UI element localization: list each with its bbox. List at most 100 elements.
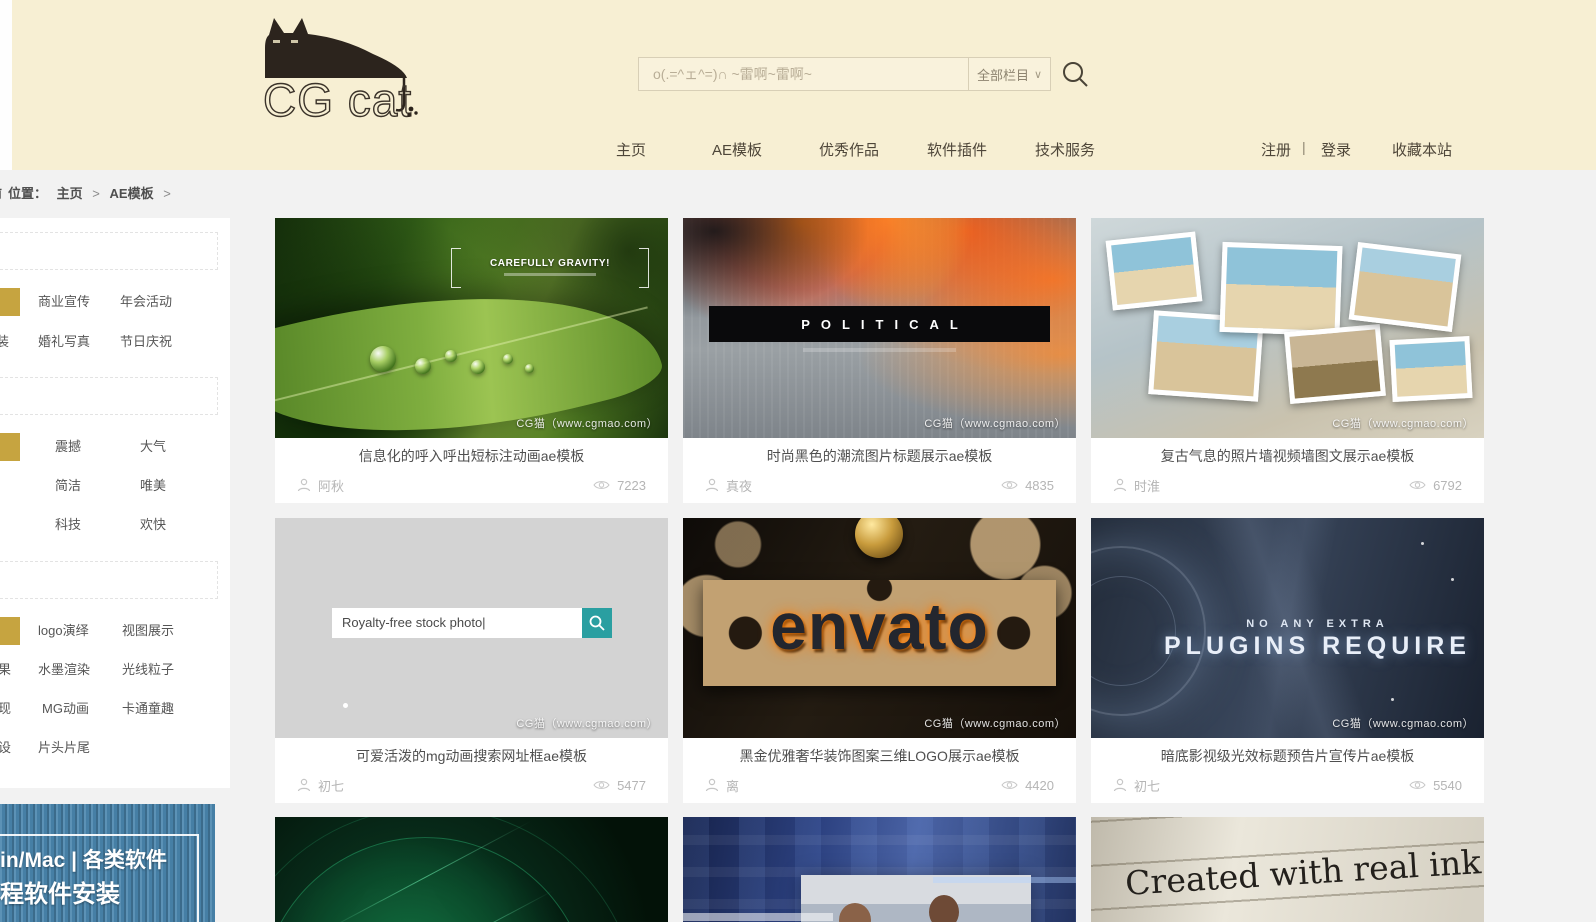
page-edge [0, 0, 12, 170]
views-icon [593, 779, 610, 791]
sidebar-category-link[interactable]: 节日庆祝 [120, 331, 172, 350]
views-icon [1409, 779, 1426, 791]
template-thumbnail[interactable]: NO ANY EXTRA PLUGINS REQUIRE CG猫（www.cgm… [1091, 518, 1484, 738]
sidebar-category-link[interactable]: 欢快 [140, 514, 166, 533]
template-title[interactable]: 复古气息的照片墙视频墙图文展示ae模板 [1091, 438, 1484, 469]
views-icon [1409, 479, 1426, 491]
breadcrumb-sep: > [92, 186, 100, 201]
template-thumbnail[interactable]: envato CG猫（www.cgmao.com） [683, 518, 1076, 738]
sidebar-category-link[interactable]: 片头片尾 [38, 737, 90, 756]
overlay-line2: PLUGINS REQUIRE [1151, 632, 1484, 661]
template-title[interactable]: 黑金优雅奢华装饰图案三维LOGO展示ae模板 [683, 738, 1076, 769]
software-install-banner[interactable]: in/Mac | 各类软件 程软件安装 [0, 804, 215, 922]
sidebar-category-link[interactable]: 现 [0, 698, 11, 717]
sidebar-category-link[interactable]: 年会活动 [120, 291, 172, 310]
breadcrumb-current[interactable]: AE模板 [110, 186, 154, 201]
overlay-title: POLITICAL [709, 306, 1050, 342]
card-meta: 离 4420 [683, 769, 1076, 801]
template-card[interactable] [275, 817, 668, 922]
login-link[interactable]: 登录 [1321, 139, 1351, 160]
overlay-title: CAREFULLY GRAVITY! [465, 258, 635, 269]
sidebar-category-link[interactable]: 水墨渲染 [38, 659, 90, 678]
sidebar [0, 218, 230, 788]
template-title[interactable]: 可爱活泼的mg动画搜索网址框ae模板 [275, 738, 668, 769]
sidebar-category-link[interactable]: logo演绎 [38, 620, 89, 639]
breadcrumb-sep: > [163, 186, 171, 201]
breadcrumb-home[interactable]: 主页 [57, 186, 83, 201]
search-category-value: 全部栏目 [977, 65, 1029, 84]
sidebar-category-link[interactable]: 卡通童趣 [122, 698, 174, 717]
template-card[interactable]: Royalty-free stock photo| CG猫（www.cgmao.… [275, 518, 668, 803]
sidebar-category-link[interactable]: 设 [0, 737, 11, 756]
category-icon [0, 617, 20, 645]
search-button[interactable] [1060, 59, 1090, 89]
search-category-select[interactable]: 全部栏目 ∨ [968, 58, 1050, 90]
template-thumbnail[interactable] [275, 817, 668, 922]
nav-plugins[interactable]: 软件插件 [927, 139, 987, 160]
sidebar-category-link[interactable]: 婚礼写真 [38, 331, 90, 350]
template-card[interactable]: POLITICAL CG猫（www.cgmao.com） 时尚黑色的潮流图片标题… [683, 218, 1076, 503]
category-icon [0, 433, 20, 461]
sidebar-category-link[interactable]: 唯美 [140, 475, 166, 494]
sidebar-category-link[interactable]: 视图展示 [122, 620, 174, 639]
auth-divider: | [1302, 139, 1306, 155]
template-card[interactable]: envato CG猫（www.cgmao.com） 黑金优雅奢华装饰图案三维LO… [683, 518, 1076, 803]
sidebar-category-link[interactable]: 大气 [140, 436, 166, 455]
sidebar-category-link[interactable]: 果 [0, 659, 11, 678]
author-icon [1113, 478, 1127, 492]
sidebar-category-link[interactable]: 科技 [55, 514, 81, 533]
template-title[interactable]: 时尚黑色的潮流图片标题展示ae模板 [683, 438, 1076, 469]
author-name: 离 [726, 776, 739, 795]
views-count: 4420 [1025, 778, 1054, 793]
views-count: 5477 [617, 778, 646, 793]
template-card[interactable]: NO ANY EXTRA PLUGINS REQUIRE CG猫（www.cgm… [1091, 518, 1484, 803]
search-icon [588, 614, 606, 632]
views-count: 6792 [1433, 478, 1462, 493]
sidebar-category-link[interactable]: 装 [0, 331, 9, 350]
views-icon [1001, 479, 1018, 491]
page: CG cat 全部栏目 ∨ 主页 AE模板 优秀作品 软件插件 技术服务 注册 … [0, 0, 1596, 922]
card-meta: 初七 5540 [1091, 769, 1484, 801]
template-thumbnail[interactable] [683, 817, 1076, 922]
nav-ae-templates[interactable]: AE模板 [712, 139, 762, 160]
template-card[interactable]: CG猫（www.cgmao.com） 复古气息的照片墙视频墙图文展示ae模板 时… [1091, 218, 1484, 503]
overlay-title: envato [683, 588, 1076, 664]
nav-home[interactable]: 主页 [616, 139, 646, 160]
nav-services[interactable]: 技术服务 [1035, 139, 1095, 160]
sidebar-category-link[interactable]: MG动画 [42, 698, 89, 717]
sidebar-category-link[interactable]: 光线粒子 [122, 659, 174, 678]
search-input[interactable] [639, 58, 968, 90]
mock-search-button [582, 608, 612, 638]
author-icon [1113, 778, 1127, 792]
category-icon [0, 288, 20, 316]
card-meta: 初七 5477 [275, 769, 668, 801]
register-link[interactable]: 注册 [1261, 139, 1291, 160]
sphere-art [855, 518, 903, 558]
banner-line2: 程软件安装 [0, 874, 120, 909]
template-thumbnail[interactable]: Royalty-free stock photo| CG猫（www.cgmao.… [275, 518, 668, 738]
site-logo[interactable]: CG cat [253, 6, 418, 128]
mock-search-input: Royalty-free stock photo| [332, 608, 582, 638]
watermark: CG猫（www.cgmao.com） [1332, 715, 1474, 731]
sidebar-category-link[interactable]: 简洁 [55, 475, 81, 494]
overlay-subtitle-art [803, 348, 956, 352]
sidebar-section-header [0, 377, 218, 415]
template-card[interactable]: Created with real ink [1091, 817, 1484, 922]
template-thumbnail[interactable]: CAREFULLY GRAVITY! CG猫（www.cgmao.com） [275, 218, 668, 438]
sidebar-category-link[interactable]: 商业宣传 [38, 291, 90, 310]
sidebar-section-header [0, 232, 218, 270]
sidebar-category-link[interactable]: 震撼 [55, 436, 81, 455]
card-meta: 阿秋 7223 [275, 469, 668, 501]
template-title[interactable]: 信息化的呼入呼出短标注动画ae模板 [275, 438, 668, 469]
search-icon [1060, 59, 1090, 89]
favorite-site-link[interactable]: 收藏本站 [1392, 139, 1452, 160]
views-count: 5540 [1433, 778, 1462, 793]
nav-works[interactable]: 优秀作品 [819, 139, 879, 160]
template-title[interactable]: 暗底影视级光效标题预告片宣传片ae模板 [1091, 738, 1484, 769]
template-thumbnail[interactable]: Created with real ink [1091, 817, 1484, 922]
template-card[interactable] [683, 817, 1076, 922]
template-card[interactable]: CAREFULLY GRAVITY! CG猫（www.cgmao.com） 信息… [275, 218, 668, 503]
template-thumbnail[interactable]: POLITICAL CG猫（www.cgmao.com） [683, 218, 1076, 438]
template-thumbnail[interactable]: CG猫（www.cgmao.com） [1091, 218, 1484, 438]
views-count: 4835 [1025, 478, 1054, 493]
